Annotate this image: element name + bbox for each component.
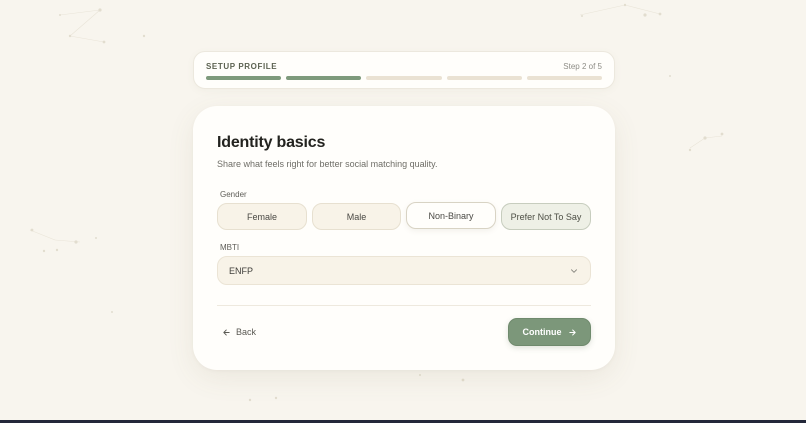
- chevron-down-icon: [571, 269, 577, 273]
- mbti-selected-value: ENFP: [229, 266, 254, 276]
- progress-segment-2: [286, 76, 362, 80]
- page-subtitle: Share what feels right for better social…: [217, 159, 438, 169]
- setup-progress-panel: SETUP PROFILE Step 2 of 5: [193, 51, 615, 89]
- mbti-label: MBTI: [220, 243, 240, 252]
- continue-button[interactable]: Continue: [508, 318, 591, 346]
- gender-option-female[interactable]: Female: [217, 203, 307, 230]
- progress-bar: [206, 76, 603, 80]
- back-button[interactable]: Back: [222, 325, 256, 339]
- progress-segment-3: [366, 76, 442, 80]
- divider: [217, 305, 591, 306]
- back-button-label: Back: [236, 327, 257, 337]
- gender-option-male[interactable]: Male: [312, 203, 401, 230]
- gender-label: Gender: [220, 190, 247, 199]
- progress-segment-1: [206, 76, 282, 80]
- identity-card: Identity basics Share what feels right f…: [193, 106, 615, 370]
- gender-option-non-binary[interactable]: Non-Binary: [406, 202, 496, 229]
- progress-segment-5: [526, 76, 603, 80]
- progress-segment-4: [446, 76, 522, 80]
- arrow-right-icon: [568, 328, 576, 336]
- gender-option-prefer-not-to-say[interactable]: Prefer Not To Say: [501, 203, 591, 230]
- progress-step-counter: Step 2 of 5: [563, 62, 602, 71]
- gender-options: Female Male Non-Binary Prefer Not To Say: [217, 202, 591, 230]
- page-title: Identity basics: [217, 134, 326, 151]
- continue-button-label: Continue: [522, 327, 562, 337]
- arrow-left-icon: [223, 329, 230, 335]
- progress-title: SETUP PROFILE: [206, 62, 278, 71]
- mbti-select[interactable]: ENFP: [217, 256, 591, 285]
